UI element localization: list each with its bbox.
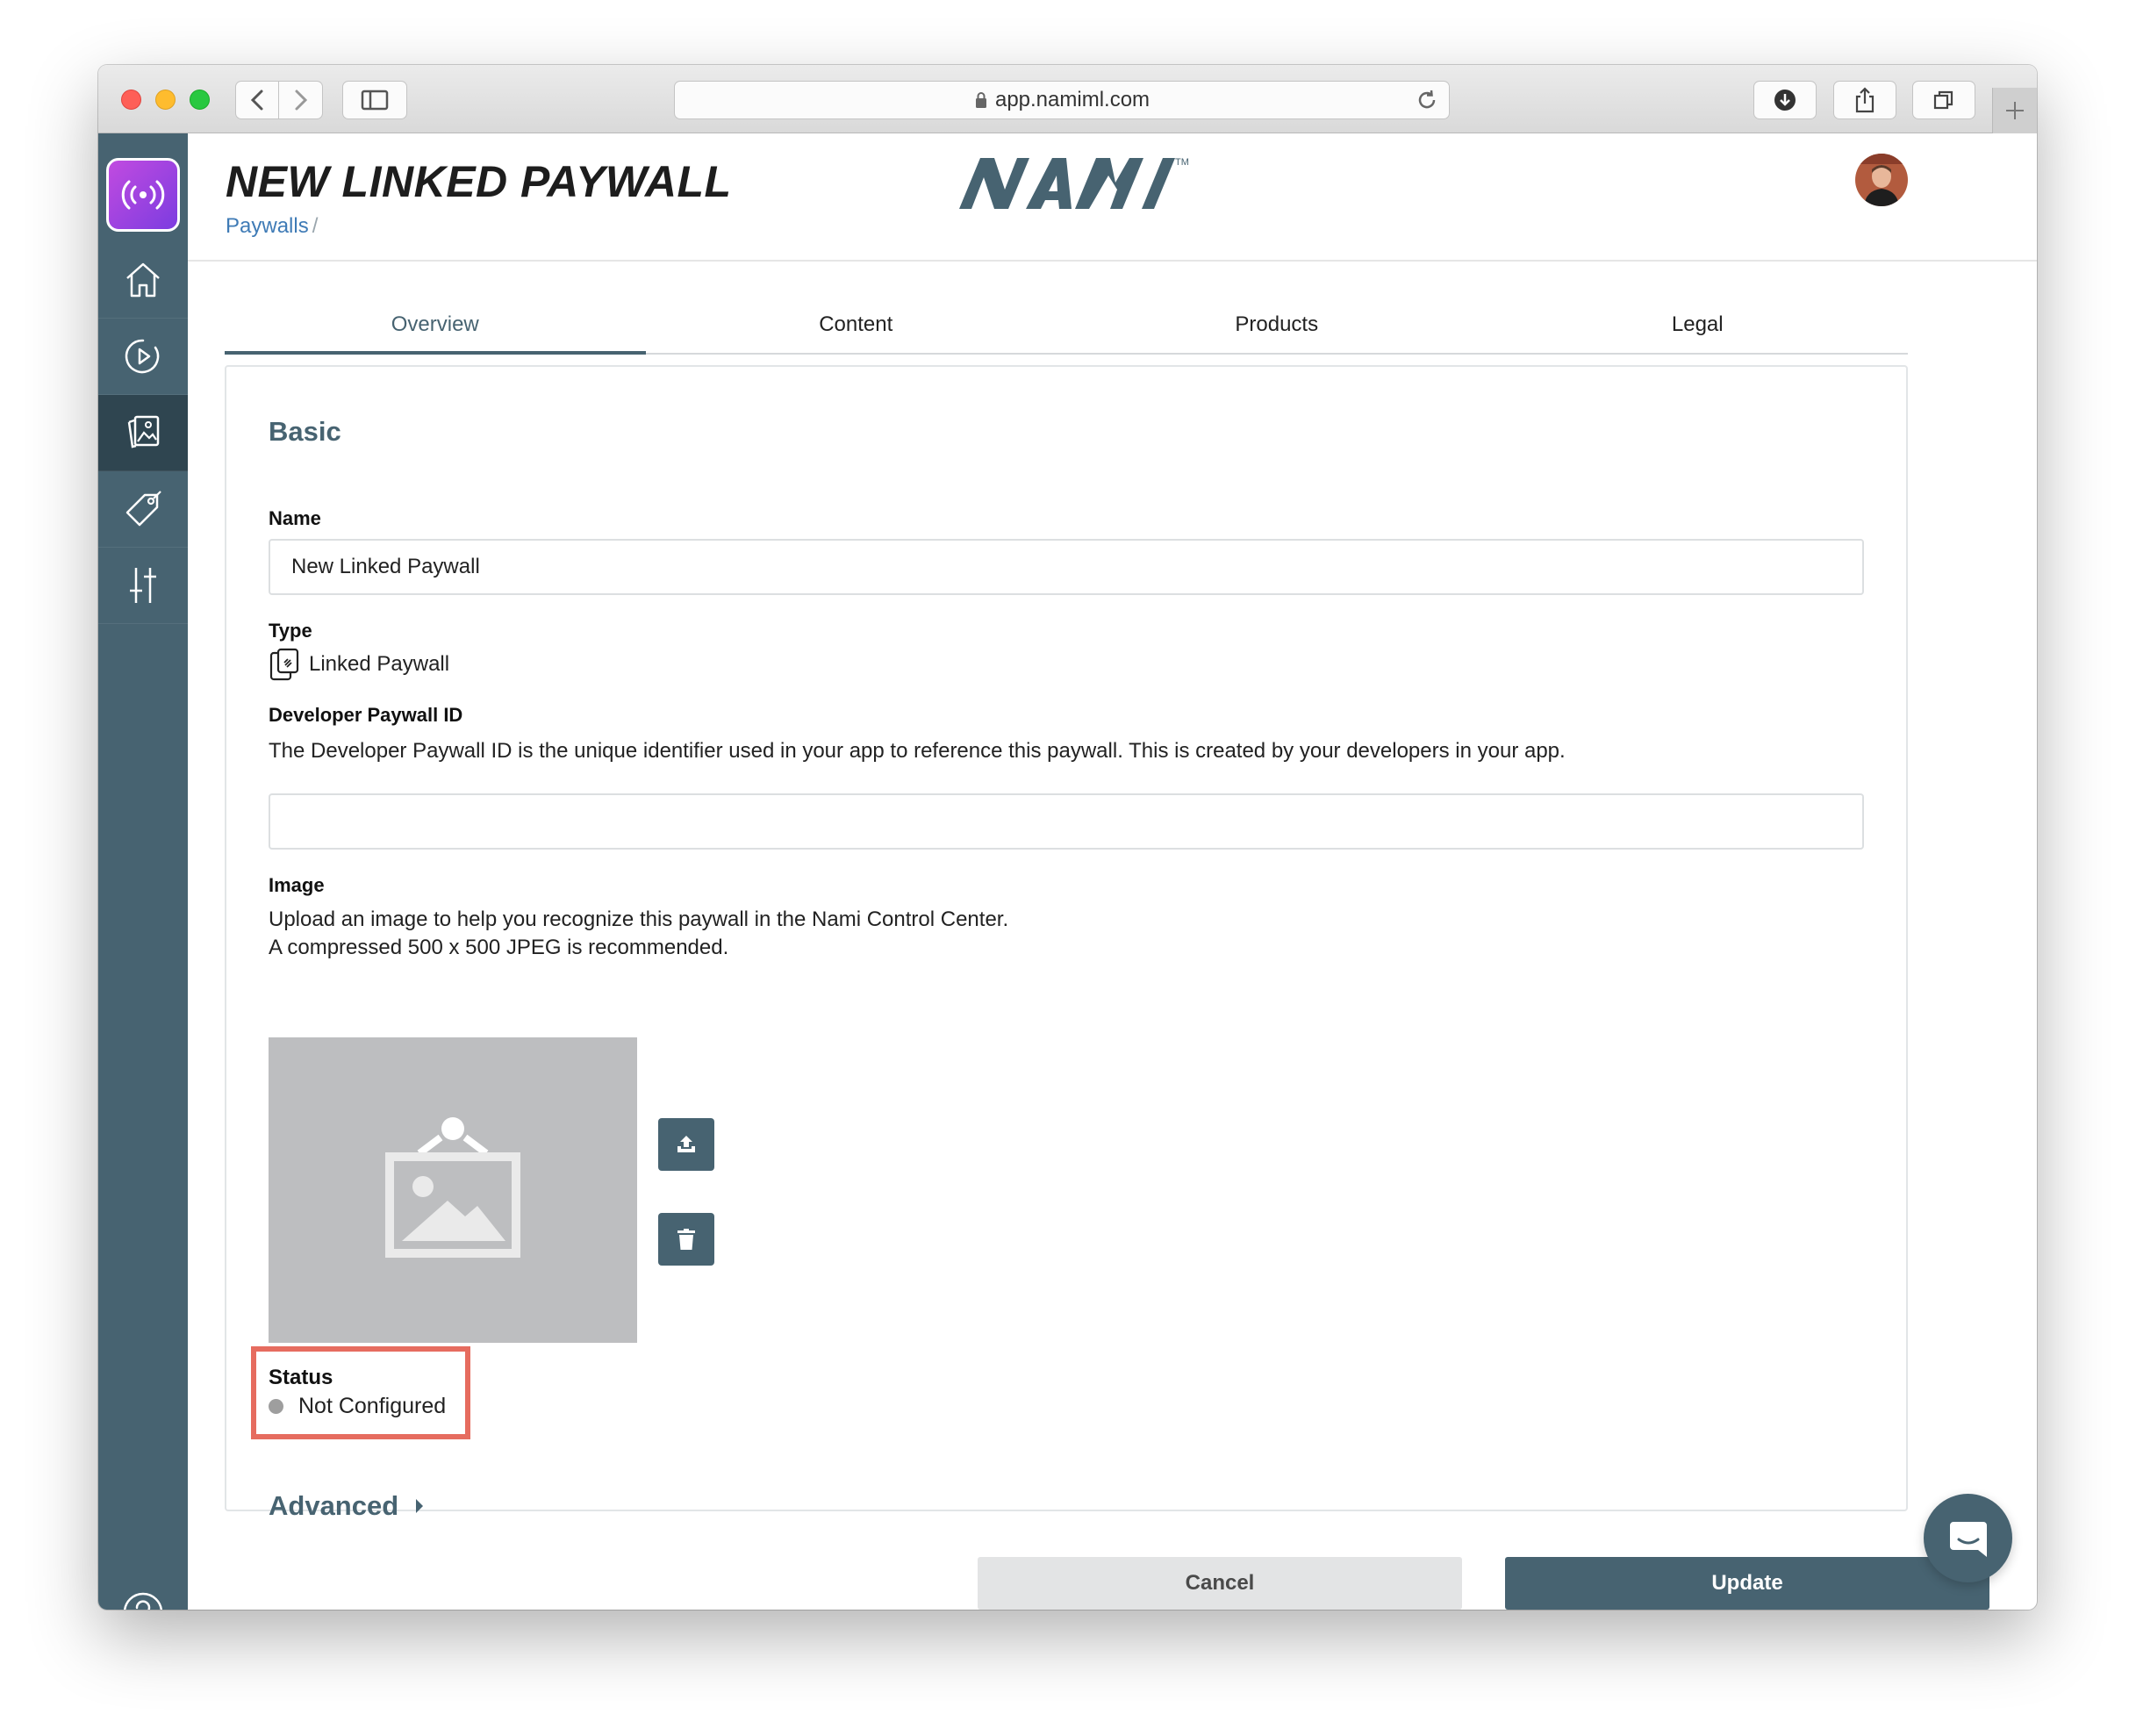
breadcrumb: Paywalls / [226, 214, 318, 239]
home-icon [126, 262, 160, 298]
image-help-text-1: Upload an image to help you recognize th… [269, 907, 1009, 931]
status-dot [269, 1399, 283, 1414]
address-bar[interactable]: app.namiml.com [674, 81, 1450, 119]
share-button[interactable] [1833, 81, 1896, 119]
image-placeholder [269, 1037, 637, 1343]
caret-right-icon [416, 1499, 424, 1513]
sidebar-item-home[interactable] [98, 242, 188, 319]
reload-icon[interactable] [1416, 89, 1438, 111]
browser-window: app.namiml.com NEW LINKED PAYWALL Paywal… [98, 65, 2037, 1610]
name-label: Name [269, 507, 321, 529]
advanced-label: Advanced [269, 1490, 399, 1521]
sidebar-item-paywalls[interactable] [98, 395, 188, 471]
sidebar-icon [361, 90, 389, 111]
tab-content[interactable]: Content [646, 297, 1067, 353]
type-value: Linked Paywall [309, 652, 450, 676]
image-help-text-2: A compressed 500 x 500 JPEG is recommend… [269, 936, 729, 959]
tab-bar: Overview Content Products Legal [225, 297, 1908, 355]
dev-paywall-id-input[interactable] [269, 793, 1864, 850]
update-button[interactable]: Update [1505, 1557, 1989, 1610]
nami-logo: TM [959, 157, 1189, 209]
status-label: Status [269, 1366, 333, 1389]
tab-legal[interactable]: Legal [1487, 297, 1909, 353]
broadcast-icon [121, 180, 165, 210]
plus-icon [2006, 102, 2024, 119]
overview-card: Basic Name Type Linked Paywall Developer… [225, 365, 1908, 1521]
back-button[interactable] [235, 81, 279, 119]
delete-image-button[interactable] [658, 1213, 714, 1266]
close-window-button[interactable] [121, 90, 141, 110]
type-value-row: Linked Paywall [269, 648, 449, 681]
question-circle-icon [123, 1592, 163, 1610]
zoom-window-button[interactable] [190, 90, 210, 110]
forward-button[interactable] [279, 81, 323, 119]
brand-trademark: TM [1175, 157, 1189, 168]
tab-products[interactable]: Products [1066, 297, 1487, 353]
browser-titlebar: app.namiml.com [98, 65, 2037, 133]
upload-icon [677, 1136, 695, 1152]
share-icon [1855, 87, 1875, 113]
name-input[interactable] [269, 539, 1864, 595]
tabs-icon [1933, 90, 1953, 110]
new-tab-button[interactable] [1992, 88, 2037, 133]
tab-overview[interactable]: Overview [225, 297, 646, 355]
chat-widget-button[interactable] [1924, 1494, 2012, 1582]
play-circle-icon [125, 339, 160, 374]
chat-icon [1949, 1521, 1987, 1557]
app-sidebar [98, 133, 188, 1610]
help-button[interactable] [121, 1590, 165, 1610]
status-highlight-box: Status Not Configured [251, 1346, 470, 1439]
status-value: Not Configured [298, 1394, 447, 1418]
show-tabs-button[interactable] [1912, 81, 1975, 119]
type-label: Type [269, 620, 312, 642]
sidebar-toggle-button[interactable] [342, 81, 407, 119]
user-avatar[interactable] [1855, 154, 1908, 206]
section-title-basic: Basic [269, 416, 341, 447]
image-label: Image [269, 874, 325, 896]
sidebar-item-products[interactable] [98, 471, 188, 548]
trash-icon [677, 1229, 695, 1250]
breadcrumb-paywalls-link[interactable]: Paywalls [226, 214, 309, 238]
status-row: Not Configured [269, 1394, 446, 1419]
download-icon [1774, 90, 1796, 111]
page-title: NEW LINKED PAYWALL [226, 157, 732, 206]
cancel-button[interactable]: Cancel [978, 1557, 1462, 1610]
lock-icon [975, 92, 986, 108]
advanced-toggle[interactable]: Advanced [269, 1490, 425, 1522]
url-text: app.namiml.com [994, 88, 1151, 111]
upload-image-button[interactable] [658, 1118, 714, 1171]
chevron-right-icon [295, 90, 307, 111]
minimize-window-button[interactable] [155, 90, 176, 110]
sliders-icon [130, 568, 156, 603]
linked-paywall-icon [269, 648, 299, 681]
dev-id-help-text: The Developer Paywall ID is the unique i… [269, 739, 1566, 763]
dev-id-label: Developer Paywall ID [269, 704, 463, 726]
app-logo[interactable] [106, 158, 180, 232]
breadcrumb-separator: / [312, 214, 319, 238]
image-placeholder-icon [385, 1117, 520, 1258]
header-divider [188, 260, 2037, 262]
downloads-button[interactable] [1753, 81, 1817, 119]
sidebar-item-campaigns[interactable] [98, 319, 188, 395]
image-cards-icon [127, 415, 160, 448]
chevron-left-icon [250, 90, 263, 111]
sidebar-item-settings[interactable] [98, 548, 188, 624]
tag-icon [125, 491, 161, 527]
avatar-photo [1855, 154, 1908, 206]
